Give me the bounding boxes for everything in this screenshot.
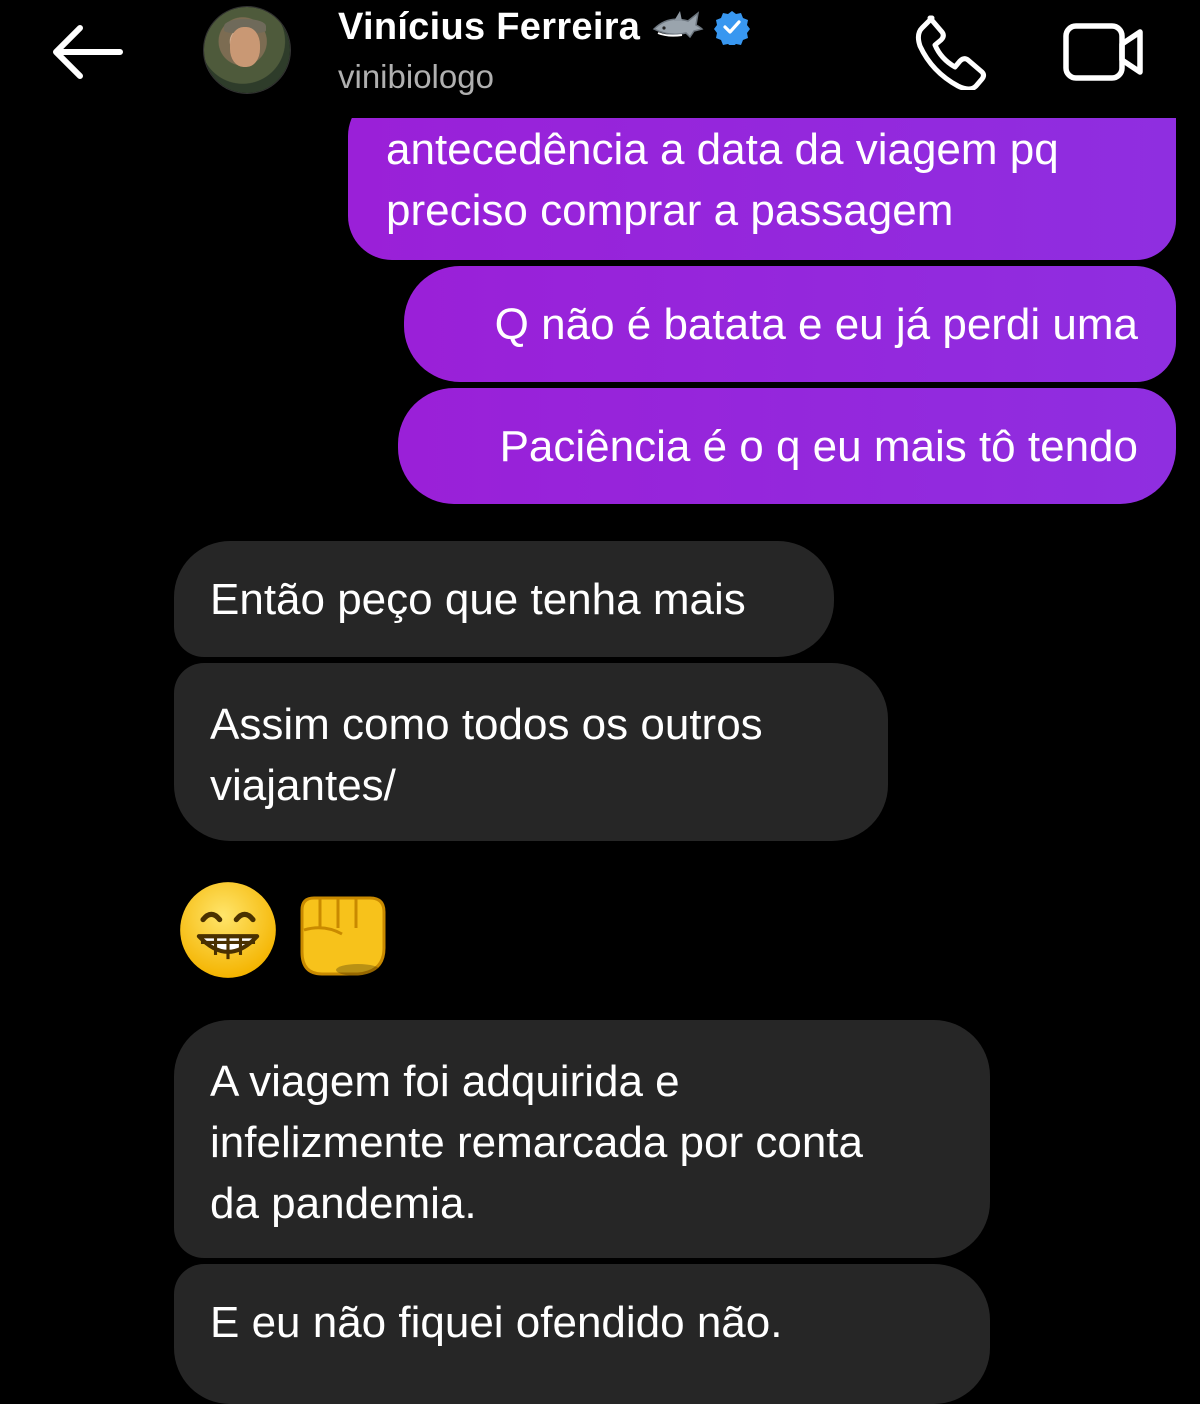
outgoing-message-bubble[interactable]: Q não é batata e eu já perdi uma: [404, 266, 1176, 382]
arrow-left-icon[interactable]: [50, 22, 126, 82]
phone-icon[interactable]: [910, 10, 990, 90]
incoming-message-bubble[interactable]: Assim como todos os outros viajantes/: [174, 663, 888, 841]
emoji-message[interactable]: [176, 880, 398, 980]
verified-badge-icon: [714, 11, 751, 45]
outgoing-message-bubble[interactable]: Paciência é o q eu mais tô tendo: [398, 388, 1176, 504]
incoming-message-bubble[interactable]: A viagem foi adquirida e infelizmente re…: [174, 1020, 990, 1258]
avatar[interactable]: [204, 7, 290, 93]
username[interactable]: vinibiologo: [338, 58, 494, 96]
video-camera-icon[interactable]: [1060, 16, 1146, 86]
contact-name: Vinícius Ferreira: [338, 5, 641, 48]
incoming-message-bubble[interactable]: Então peço que tenha mais: [174, 541, 834, 657]
shark-icon: [652, 11, 704, 39]
oncoming-fist-icon: [300, 896, 386, 976]
incoming-message-bubble[interactable]: E eu não fiquei ofendido não.: [174, 1264, 990, 1404]
grinning-face-icon: [180, 882, 276, 978]
contact-name-row[interactable]: Vinícius Ferreira: [338, 2, 751, 52]
message-thread: antecedência a data da viagem pq preciso…: [0, 0, 1200, 1404]
chat-header: Vinícius Ferreira vinibiologo: [0, 0, 1200, 118]
